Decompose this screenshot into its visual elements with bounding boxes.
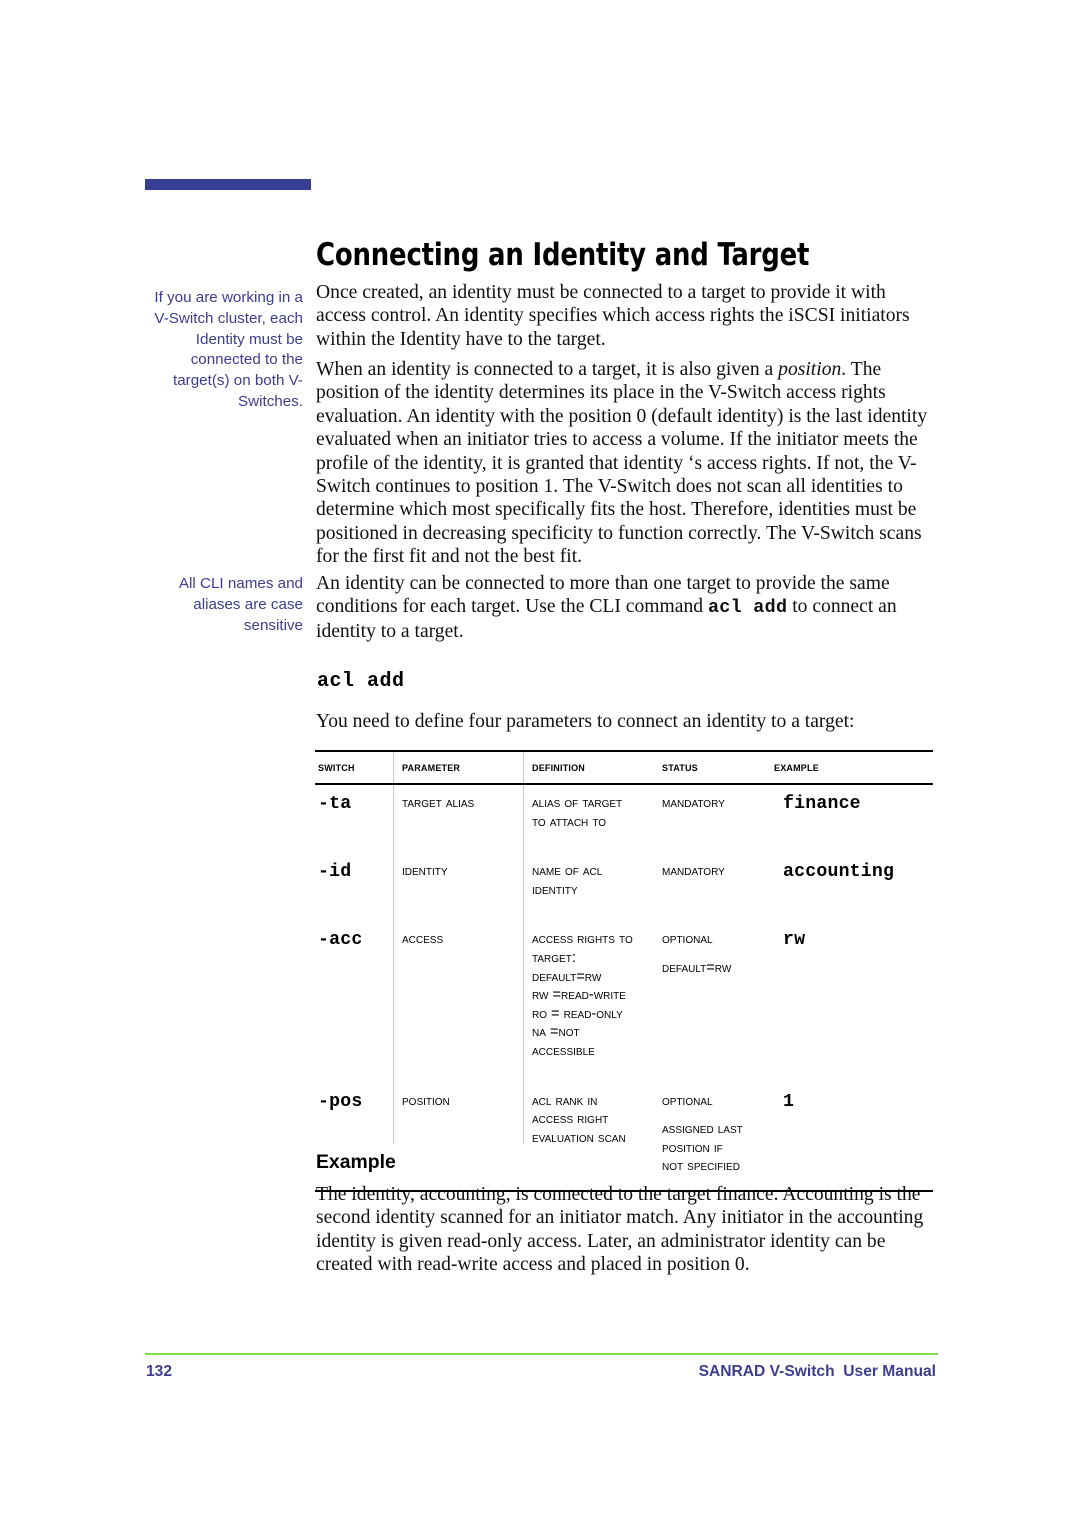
definition-lines: Alias of target to attach to	[532, 795, 623, 830]
cell-switch: -acc	[318, 930, 363, 951]
section-heading-example: Example	[316, 1151, 396, 1173]
cell-status: Optional assigned last position if not spec…	[659, 1082, 771, 1192]
table-body: -ta Target Alias Alias of target to attac…	[315, 784, 933, 1192]
cell-parameter: Position	[399, 1082, 529, 1192]
status-lines: Optional default=rw	[662, 931, 732, 976]
definition-lines: ACL rank in access right evaluation scan	[532, 1092, 626, 1146]
cell-switch: -ta	[318, 794, 352, 814]
cell-parameter: Target Alias	[402, 795, 475, 811]
body-paragraph-2-block: When an identity is connected to a targe…	[316, 358, 938, 569]
body-paragraph-2-emphasis: position	[778, 359, 842, 380]
cell-status: Optional default=rw	[659, 921, 771, 1082]
cli-command-heading: acl add	[317, 670, 405, 693]
table-row: -pos Position ACL rank in access right eva…	[315, 1082, 933, 1192]
column-header-definition: Definition	[529, 750, 659, 785]
margin-note-case-sensitive: All CLI names and aliases are case sensi…	[178, 575, 303, 634]
body-paragraph-2: When an identity is connected to a targe…	[316, 358, 938, 569]
cell-example: finance	[783, 794, 861, 814]
footer-page-number: 132	[146, 1363, 173, 1380]
body-paragraph-2-lead: When an identity is connected to a targe…	[316, 359, 779, 380]
definition-lines: Access rights to target: default=rw rw =rea…	[532, 931, 633, 1059]
column-header-example: Example	[771, 750, 933, 785]
footer-divider	[145, 1353, 938, 1355]
definition-lines: Name of ACL identity	[532, 863, 603, 898]
table-row: -id Identity Name of ACL identity Mandato…	[315, 853, 933, 921]
margin-note-cluster: If you are working in a V-Switch cluster…	[154, 289, 303, 410]
body-paragraph-3: An identity can be connected to more tha…	[316, 572, 938, 643]
column-header-parameter: Parameter	[399, 750, 529, 785]
cell-switch: -id	[318, 862, 352, 883]
example-paragraph: The identity, accounting, is connected t…	[316, 1184, 924, 1276]
body-paragraph-1-block: Once created, an identity must be connec…	[316, 281, 938, 351]
cell-switch: -pos	[315, 1082, 399, 1192]
table-row: -ta Target Alias Alias of target to attac…	[315, 784, 933, 853]
cell-example: 1	[771, 1082, 933, 1192]
page-title: Connecting an Identity and Target	[316, 236, 810, 273]
cell-parameter: Access	[402, 931, 444, 948]
column-header-switch: Switch	[315, 750, 399, 785]
cell-definition: Name of ACL identity	[529, 853, 659, 921]
footer-manual-title: SANRAD V-Switch User Manual	[698, 1363, 936, 1380]
body-paragraph-3-block: An identity can be connected to more tha…	[316, 572, 938, 643]
header-accent-bar	[145, 179, 311, 190]
column-header-status: Status	[659, 750, 771, 785]
cell-example: accounting	[783, 862, 895, 883]
cell-status: Mandatory	[659, 784, 771, 853]
cell-definition: Alias of target to attach to	[529, 784, 659, 853]
cell-definition: Access rights to target: default=rw rw =rea…	[529, 921, 659, 1082]
cell-parameter: Identity	[402, 863, 448, 880]
body-paragraph-2-tail: . The position of the identity determine…	[316, 359, 928, 568]
table-header-row: Switch Parameter Definition Status Examp…	[315, 750, 933, 785]
cell-status: Mandatory	[659, 853, 771, 921]
body-paragraph-1: Once created, an identity must be connec…	[316, 282, 910, 350]
cell-definition: ACL rank in access right evaluation scan	[529, 1082, 659, 1192]
status-lines: Optional assigned last position if not spec…	[662, 1092, 743, 1175]
parameter-table: Switch Parameter Definition Status Examp…	[315, 750, 933, 1192]
status-lines: Mandatory	[662, 795, 725, 811]
document-page: Connecting an Identity and Target If you…	[0, 0, 1080, 1528]
inline-cli-command: acl add	[707, 597, 788, 619]
table-intro-text: You need to define four parameters to co…	[316, 711, 855, 732]
cell-example: rw	[783, 930, 806, 951]
table-row: -acc Access Access rights to target: defau…	[315, 921, 933, 1082]
status-lines: Mandatory	[662, 863, 725, 880]
